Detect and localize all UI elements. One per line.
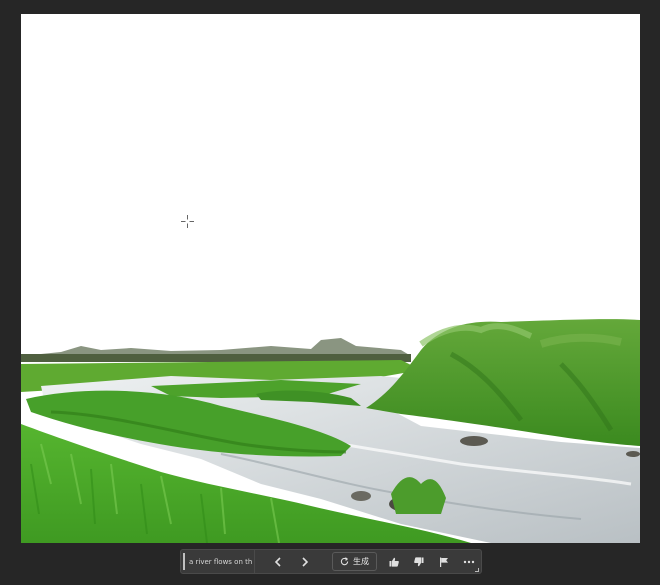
text-cursor xyxy=(183,553,185,570)
contextual-taskbar: a river flows on th 生成 xyxy=(180,549,482,574)
refresh-icon xyxy=(340,557,349,566)
generate-button[interactable]: 生成 xyxy=(332,552,377,571)
thumbs-up-button[interactable] xyxy=(381,550,406,573)
more-horizontal-icon xyxy=(463,560,474,563)
prompt-input[interactable]: a river flows on th xyxy=(189,558,253,566)
chevron-left-icon xyxy=(274,556,281,567)
previous-variation-button[interactable] xyxy=(255,550,301,573)
thumbs-down-icon xyxy=(413,556,423,566)
crosshair-icon xyxy=(181,215,194,228)
river-landscape-image xyxy=(21,14,640,543)
report-button[interactable] xyxy=(431,550,456,573)
prompt-field[interactable]: a river flows on th xyxy=(181,550,255,573)
flag-icon xyxy=(439,557,448,567)
thumbs-up-icon xyxy=(389,557,399,567)
canvas-area[interactable] xyxy=(0,0,660,545)
document-image[interactable] xyxy=(21,14,640,543)
generate-label: 生成 xyxy=(353,557,369,566)
thumbs-down-button[interactable] xyxy=(406,550,431,573)
taskbar-resize-handle[interactable] xyxy=(475,568,479,572)
next-variation-button[interactable] xyxy=(301,550,330,573)
chevron-right-icon xyxy=(302,556,309,567)
